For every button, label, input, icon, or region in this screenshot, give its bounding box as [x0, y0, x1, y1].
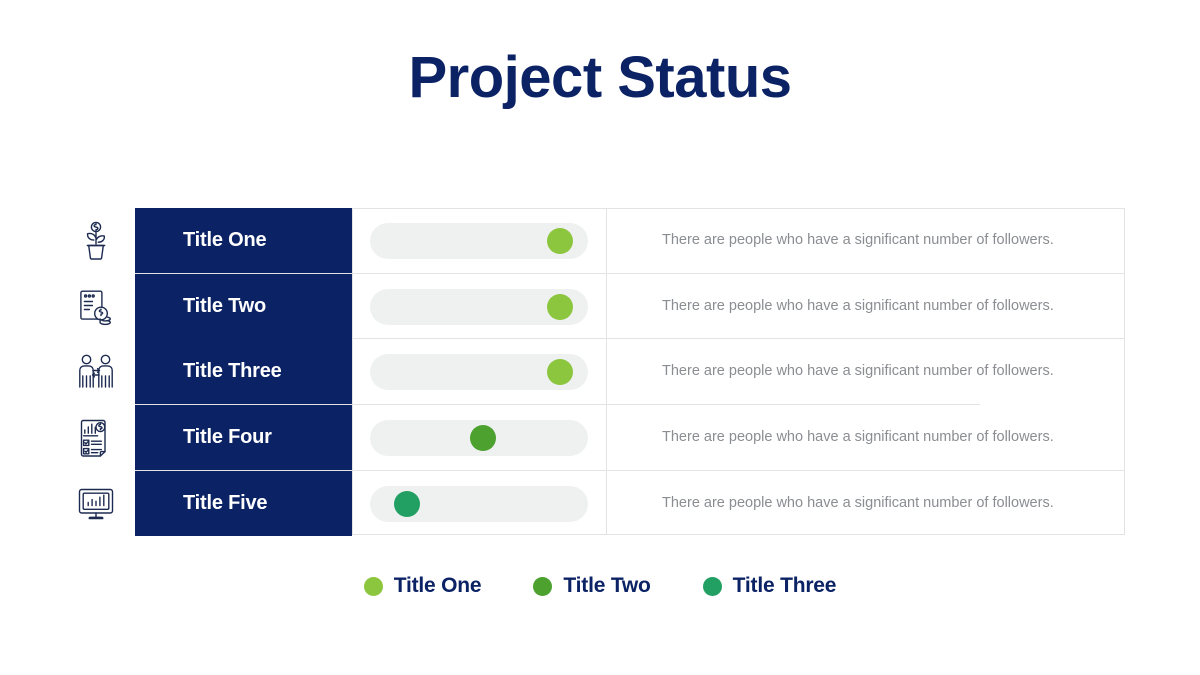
legend-dot-icon — [702, 576, 722, 596]
slider-knob[interactable] — [546, 358, 573, 385]
row-description-cell: There are people who have a significant … — [606, 471, 1125, 536]
row-description: There are people who have a significant … — [662, 495, 1054, 512]
row-description: There are people who have a significant … — [662, 232, 1054, 249]
slider-knob[interactable] — [470, 424, 497, 451]
status-table: Title One There are people who have a si… — [78, 208, 1125, 536]
progress-slider[interactable] — [352, 208, 606, 273]
row-title: Title Three — [183, 360, 282, 382]
legend-item-two[interactable]: Title Two — [533, 574, 651, 598]
legend-item-one[interactable]: Title One — [363, 574, 482, 598]
row-description: There are people who have a significant … — [662, 363, 1054, 380]
slider-track[interactable] — [370, 222, 588, 259]
table-row[interactable]: Title One There are people who have a si… — [86, 208, 1125, 273]
progress-slider[interactable] — [352, 405, 606, 470]
row-description-cell: There are people who have a significant … — [606, 339, 1125, 404]
row-description-cell: There are people who have a significant … — [606, 405, 1125, 470]
table-row[interactable]: Title Three There are people who have a … — [79, 339, 1125, 404]
table-row[interactable]: Title Two There are people who have a si… — [80, 274, 1125, 339]
row-title: Title Five — [183, 492, 268, 514]
slider-knob[interactable] — [546, 293, 573, 320]
legend-item-three[interactable]: Title Three — [702, 574, 837, 598]
invoice-coins-icon — [73, 274, 119, 339]
slider-track[interactable] — [370, 288, 588, 325]
legend-label: Title One — [393, 574, 482, 597]
slider-track[interactable] — [370, 353, 588, 390]
progress-slider[interactable] — [352, 274, 606, 339]
row-title: Title One — [183, 229, 267, 251]
people-exchange-icon — [73, 339, 119, 404]
progress-slider[interactable] — [352, 471, 606, 536]
row-description: There are people who have a significant … — [662, 429, 1054, 446]
row-title-cell: Title Five — [135, 471, 352, 536]
slider-track[interactable] — [370, 485, 588, 522]
table-row[interactable]: Title Five There are people who have a s… — [78, 471, 1125, 536]
legend-label: Title Two — [563, 574, 651, 597]
slider-knob[interactable] — [394, 490, 421, 517]
money-plant-icon — [73, 208, 119, 273]
legend-dot-icon — [533, 576, 553, 596]
row-description-cell: There are people who have a significant … — [606, 208, 1125, 273]
row-title-cell: Title One — [135, 208, 352, 273]
row-description: There are people who have a significant … — [662, 298, 1054, 315]
slider-knob[interactable] — [546, 227, 573, 254]
legend-dot-icon — [363, 576, 383, 596]
page-title: Project Status — [408, 45, 793, 110]
row-title-cell: Title Two — [135, 274, 352, 339]
legend: Title One Title Two Title Three — [0, 574, 1200, 598]
table-row[interactable]: Title Four There are people who have a s… — [80, 405, 1125, 470]
row-title: Title Two — [183, 295, 267, 317]
progress-slider[interactable] — [352, 339, 606, 404]
row-title: Title Four — [183, 426, 272, 448]
row-title-cell: Title Three — [135, 339, 352, 404]
row-description-cell: There are people who have a significant … — [606, 274, 1125, 339]
monitor-chart-icon — [73, 471, 119, 536]
slider-track[interactable] — [370, 419, 588, 456]
financial-report-icon — [73, 405, 119, 470]
row-title-cell: Title Four — [135, 405, 352, 470]
legend-label: Title Three — [732, 574, 837, 597]
